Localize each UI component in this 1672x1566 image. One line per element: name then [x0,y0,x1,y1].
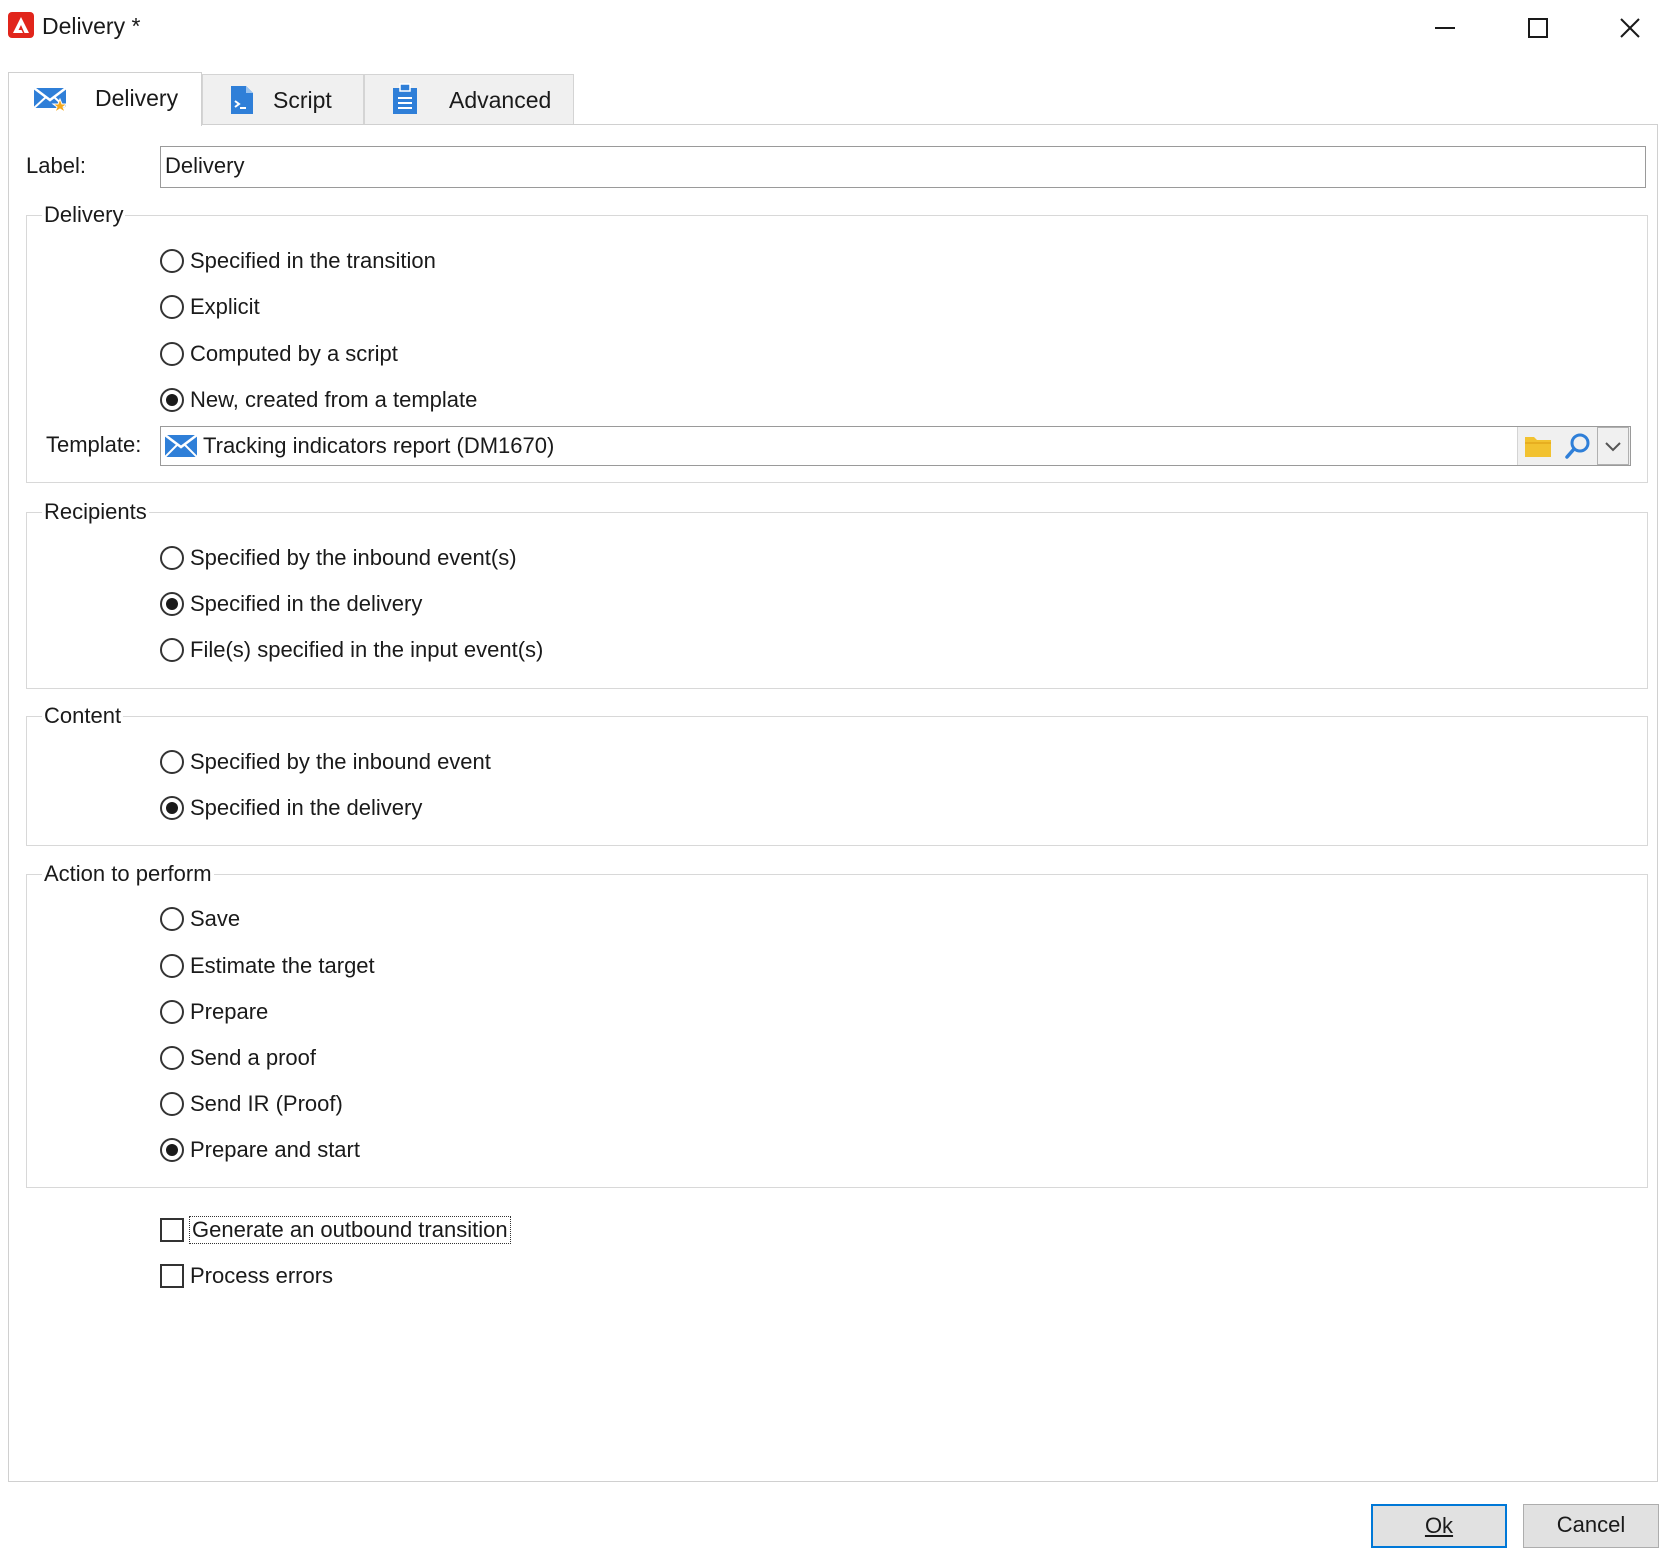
ok-button-label: Ok [1424,1513,1454,1538]
label-field-label: Label: [26,153,86,178]
radio-action-estimate-target[interactable]: Estimate the target [160,952,375,980]
radio-label: Specified in the delivery [190,591,423,616]
clipboard-icon [391,83,419,120]
radio-button[interactable] [160,1138,184,1162]
template-dropdown-button[interactable] [1597,427,1629,465]
radio-label: Save [190,906,241,931]
checkbox[interactable] [160,1218,184,1242]
radio-action-send-ir-proof[interactable]: Send IR (Proof) [160,1090,343,1118]
template-value: Tracking indicators report (DM1670) [203,433,555,458]
minimize-icon [1435,27,1455,29]
radio-recipients-input-files[interactable]: File(s) specified in the input event(s) [160,636,543,664]
checkbox-label: Generate an outbound transition [189,1216,511,1244]
label-field[interactable] [160,146,1646,188]
minimize-button[interactable] [1415,6,1475,50]
radio-delivery-new-from-template[interactable]: New, created from a template [160,386,477,414]
radio-recipients-inbound-events[interactable]: Specified by the inbound event(s) [160,544,517,572]
checkbox-process-errors[interactable]: Process errors [160,1262,333,1290]
chevron-down-icon [1605,442,1621,452]
envelope-star-icon [33,85,69,118]
radio-label: Specified by the inbound event(s) [190,545,517,570]
browse-folder-button[interactable] [1518,427,1558,465]
adobe-app-icon [8,12,34,38]
ok-button[interactable]: Ok [1371,1504,1507,1548]
checkbox-label: Process errors [190,1263,334,1288]
radio-label: Specified in the transition [190,248,436,273]
radio-button[interactable] [160,1092,184,1116]
radio-label: Prepare and start [190,1137,360,1162]
radio-button[interactable] [160,907,184,931]
checkbox[interactable] [160,1264,184,1288]
radio-button[interactable] [160,342,184,366]
tab-delivery-label: Delivery [95,85,179,111]
folder-icon [1525,437,1551,457]
cancel-button[interactable]: Cancel [1523,1504,1659,1548]
template-field-label: Template: [46,432,142,457]
tab-script-label: Script [273,87,332,113]
radio-button[interactable] [160,750,184,774]
radio-delivery-specified-in-transition[interactable]: Specified in the transition [160,247,436,275]
radio-action-prepare-and-start[interactable]: Prepare and start [160,1136,360,1164]
radio-delivery-computed-by-script[interactable]: Computed by a script [160,340,398,368]
window-title: Delivery * [42,13,141,39]
tab-advanced[interactable]: Advanced [364,74,574,124]
envelope-icon [164,434,198,462]
radio-label: Send a proof [190,1045,316,1070]
radio-content-in-delivery[interactable]: Specified in the delivery [160,794,422,822]
radio-recipients-in-delivery[interactable]: Specified in the delivery [160,590,422,618]
maximize-button[interactable] [1508,6,1568,50]
content-group-title: Content [42,703,124,729]
content-groupbox [26,716,1648,846]
radio-action-send-proof[interactable]: Send a proof [160,1044,316,1072]
template-field[interactable]: Tracking indicators report (DM1670) [160,426,1631,466]
radio-button[interactable] [160,954,184,978]
tab-delivery[interactable]: Delivery [8,72,202,126]
close-icon [1620,18,1640,38]
radio-button[interactable] [160,638,184,662]
tab-advanced-label: Advanced [449,87,552,113]
tab-script[interactable]: Script [202,74,364,124]
search-icon [1565,433,1590,459]
radio-label: Computed by a script [190,341,398,366]
delivery-group-title: Delivery [42,202,126,228]
radio-button[interactable] [160,388,184,412]
label-input[interactable] [165,153,1635,179]
radio-label: Explicit [190,294,260,319]
radio-label: Specified in the delivery [190,795,423,820]
script-document-icon [229,85,255,120]
cancel-button-label: Cancel [1556,1512,1626,1537]
radio-label: New, created from a template [190,387,478,412]
radio-action-prepare[interactable]: Prepare [160,998,268,1026]
radio-button[interactable] [160,592,184,616]
radio-content-inbound-event[interactable]: Specified by the inbound event [160,748,491,776]
radio-button[interactable] [160,249,184,273]
close-button[interactable] [1600,6,1660,50]
radio-label: Specified by the inbound event [190,749,491,774]
recipients-group-title: Recipients [42,499,149,525]
radio-button[interactable] [160,1000,184,1024]
radio-button[interactable] [160,1046,184,1070]
checkbox-generate-outbound-transition[interactable]: Generate an outbound transition [160,1216,511,1244]
radio-label: Send IR (Proof) [190,1091,343,1116]
maximize-icon [1528,18,1548,38]
radio-button[interactable] [160,796,184,820]
search-button[interactable] [1558,427,1598,465]
radio-label: Prepare [190,999,269,1024]
radio-button[interactable] [160,295,184,319]
title-bar: Delivery * [0,0,1672,56]
radio-delivery-explicit[interactable]: Explicit [160,293,260,321]
radio-label: Estimate the target [190,953,375,978]
radio-action-save[interactable]: Save [160,905,240,933]
radio-label: File(s) specified in the input event(s) [190,637,544,662]
action-group-title: Action to perform [42,861,214,887]
radio-button[interactable] [160,546,184,570]
